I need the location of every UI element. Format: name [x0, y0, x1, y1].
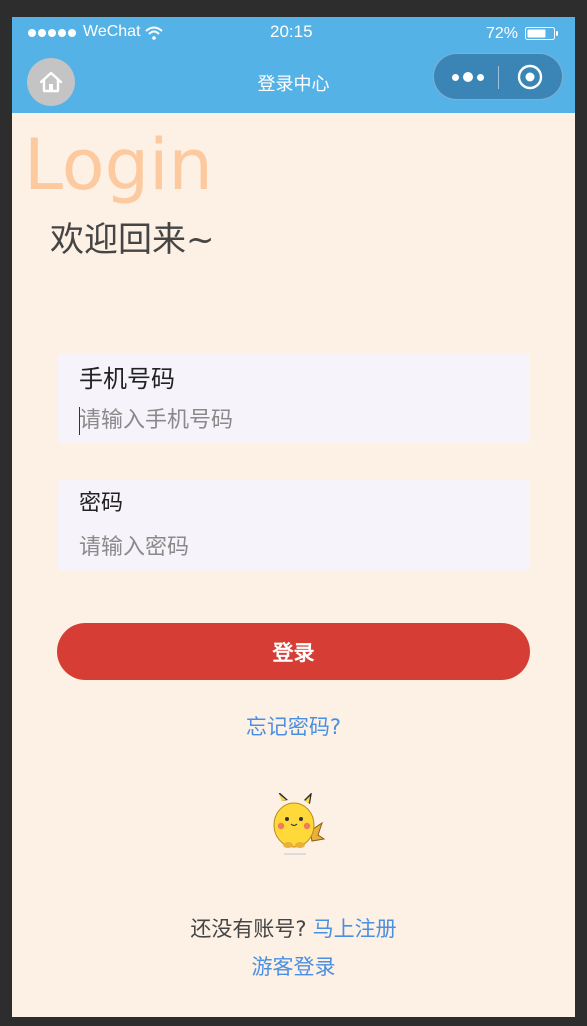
- more-menu-button[interactable]: [448, 66, 488, 88]
- carrier-name: WeChat: [83, 23, 141, 40]
- close-miniprogram-button[interactable]: [517, 64, 543, 90]
- phone-label: 手机号码: [79, 365, 175, 393]
- guest-login-link[interactable]: 游客登录: [12, 952, 575, 982]
- status-time: 20:15: [270, 22, 313, 41]
- no-account-text: 还没有账号?: [190, 917, 307, 941]
- pikachu-mascot-image: [273, 793, 326, 855]
- phone-input[interactable]: [79, 403, 499, 437]
- battery-percent: 72%: [486, 25, 519, 42]
- login-heading: Login: [24, 124, 213, 206]
- capsule-divider: [498, 66, 499, 89]
- more-dots-icon: [452, 73, 459, 81]
- wifi-icon: [145, 26, 163, 40]
- forgot-password-link[interactable]: 忘记密码?: [12, 711, 575, 741]
- password-label: 密码: [79, 491, 124, 516]
- battery-icon: [525, 27, 558, 40]
- status-bar: WeChat 20:15 72%: [12, 17, 575, 50]
- phone-screen: WeChat 20:15 72% 登录中心 Login 欢迎回来~ 手机号码 请…: [12, 17, 575, 1017]
- password-input[interactable]: [79, 530, 499, 564]
- menu-capsule: [433, 53, 563, 100]
- register-link[interactable]: 马上注册: [313, 917, 397, 941]
- login-button[interactable]: 登录: [57, 623, 530, 680]
- nav-bar: 登录中心: [12, 50, 575, 113]
- phone-field-card: 手机号码: [57, 353, 530, 444]
- text-caret: [79, 407, 80, 435]
- welcome-text: 欢迎回来~: [50, 220, 215, 260]
- password-field-card: 密码: [57, 480, 530, 571]
- signal-strength-icon: [28, 29, 76, 37]
- signup-row: 还没有账号? 马上注册: [12, 914, 575, 944]
